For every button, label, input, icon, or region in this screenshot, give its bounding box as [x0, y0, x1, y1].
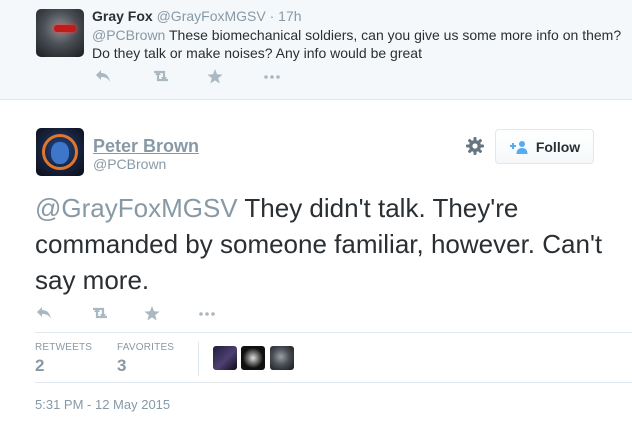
- retweet-icon[interactable]: [151, 69, 207, 87]
- parent-tweet-text: @PCBrown These biomechanical soldiers, c…: [92, 26, 622, 62]
- parent-tweet[interactable]: Gray Fox @GrayFoxMGSV · 17h @PCBrown The…: [0, 0, 632, 100]
- favoriter-avatar[interactable]: [213, 346, 237, 370]
- retweet-icon[interactable]: [90, 306, 144, 324]
- author-avatar[interactable]: [36, 128, 84, 176]
- tweet-text: @GrayFoxMGSV They didn't talk. They're c…: [35, 190, 615, 298]
- parent-actions: [95, 69, 319, 87]
- parent-avatar[interactable]: [36, 9, 84, 57]
- favoriter-avatar[interactable]: [270, 346, 294, 370]
- retweets-label[interactable]: RETWEETS: [35, 342, 92, 353]
- parent-text-body: These biomechanical soldiers, can you gi…: [92, 27, 622, 61]
- favoriter-avatar[interactable]: [241, 346, 265, 370]
- follow-button-label: Follow: [535, 138, 581, 155]
- follow-person-icon: [509, 140, 529, 154]
- stats-divider-top: [35, 332, 632, 333]
- parent-header: Gray Fox @GrayFoxMGSV · 17h: [92, 8, 302, 24]
- stats-separator: [198, 342, 199, 376]
- author-name[interactable]: Peter Brown: [93, 136, 199, 157]
- more-icon[interactable]: [263, 69, 319, 87]
- parent-author-name[interactable]: Gray Fox: [92, 8, 153, 24]
- author-handle[interactable]: @PCBrown: [93, 156, 166, 172]
- gear-icon[interactable]: [465, 136, 485, 156]
- tweet-timestamp[interactable]: 5:31 PM - 12 May 2015: [35, 397, 170, 412]
- tweet-actions: [36, 306, 252, 324]
- parent-timestamp[interactable]: 17h: [278, 8, 301, 24]
- parent-author-handle[interactable]: @GrayFoxMGSV: [157, 8, 266, 24]
- mention-link[interactable]: @GrayFoxMGSV: [35, 193, 238, 223]
- favorite-icon[interactable]: [207, 69, 263, 87]
- more-icon[interactable]: [198, 306, 252, 324]
- follow-button[interactable]: Follow: [495, 129, 594, 164]
- favorites-label[interactable]: FAVORITES: [117, 342, 174, 353]
- stats-divider-bottom: [35, 382, 632, 383]
- reply-icon[interactable]: [95, 69, 151, 87]
- favorite-icon[interactable]: [144, 306, 198, 324]
- reply-icon[interactable]: [36, 306, 90, 324]
- parent-time-separator: ·: [265, 8, 279, 24]
- retweets-count[interactable]: 2: [35, 356, 44, 376]
- favorites-count[interactable]: 3: [117, 356, 126, 376]
- parent-mention-link[interactable]: @PCBrown: [92, 27, 165, 43]
